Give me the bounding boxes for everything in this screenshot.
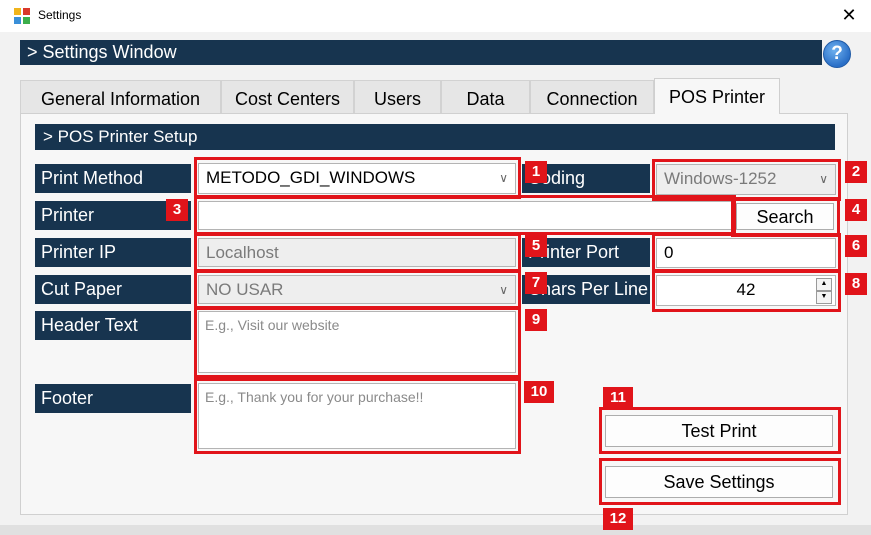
annotation-box-8 xyxy=(652,270,841,312)
settings-header: > Settings Window xyxy=(20,40,822,65)
annotation-number-4: 4 xyxy=(845,199,867,221)
tab-connection[interactable]: Connection xyxy=(530,80,654,114)
tab-cost-centers[interactable]: Cost Centers xyxy=(221,80,354,114)
annotation-number-10: 10 xyxy=(524,381,554,403)
help-icon[interactable]: ? xyxy=(823,40,851,68)
annotation-box-6 xyxy=(652,233,841,272)
annotation-number-8: 8 xyxy=(845,273,867,295)
footer-label: Footer xyxy=(35,384,191,413)
annotation-number-9: 9 xyxy=(525,309,547,331)
app-icon xyxy=(14,8,30,24)
annotation-box-7 xyxy=(194,270,521,309)
annotation-number-2: 2 xyxy=(845,161,867,183)
print-method-label: Print Method xyxy=(35,164,191,193)
window-title: Settings xyxy=(38,8,82,22)
section-title: > POS Printer Setup xyxy=(35,124,835,150)
tab-data[interactable]: Data xyxy=(441,80,530,114)
window-bottom-edge xyxy=(0,525,871,535)
tab-general-information[interactable]: General Information xyxy=(20,80,221,114)
title-bar xyxy=(0,0,871,32)
annotation-box-10 xyxy=(194,378,521,454)
annotation-number-11: 11 xyxy=(603,387,633,409)
annotation-number-6: 6 xyxy=(845,235,867,257)
annotation-box-5 xyxy=(194,233,521,272)
close-icon[interactable]: ✕ xyxy=(836,2,862,28)
annotation-number-3: 3 xyxy=(166,199,188,221)
annotation-number-1: 1 xyxy=(525,161,547,183)
annotation-box-1 xyxy=(194,157,521,199)
annotation-box-3 xyxy=(194,195,736,235)
annotation-box-9 xyxy=(194,307,521,378)
printer-ip-label: Printer IP xyxy=(35,238,191,267)
annotation-number-5: 5 xyxy=(525,235,547,257)
cut-paper-label: Cut Paper xyxy=(35,275,191,304)
annotation-box-11 xyxy=(599,407,841,454)
tab-pos-printer[interactable]: POS Printer xyxy=(654,78,780,114)
annotation-number-7: 7 xyxy=(525,272,547,294)
annotation-box-4 xyxy=(731,197,840,237)
tab-users[interactable]: Users xyxy=(354,80,441,114)
annotation-number-12: 12 xyxy=(603,508,633,530)
annotation-box-12 xyxy=(599,458,841,505)
header-text-label: Header Text xyxy=(35,311,191,340)
